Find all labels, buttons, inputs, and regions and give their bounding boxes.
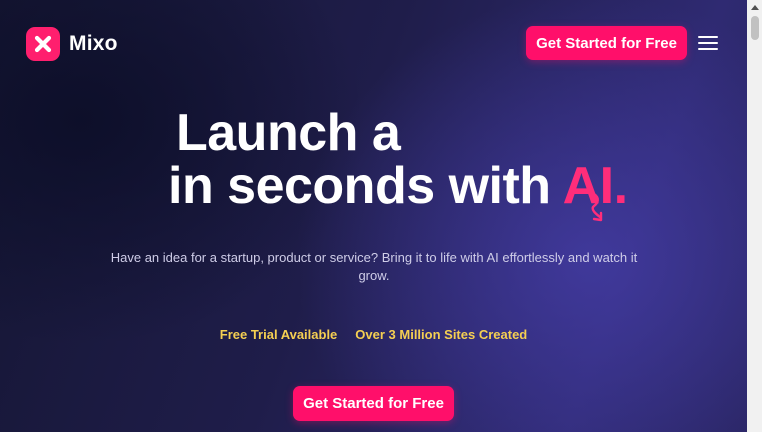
vertical-scrollbar[interactable] bbox=[747, 0, 762, 432]
hero-subtitle: Have an idea for a startup, product or s… bbox=[110, 250, 638, 283]
x-mark-icon bbox=[26, 27, 60, 61]
hero-title-line-1: Launch a bbox=[176, 104, 401, 162]
top-nav: Mixo Get Started for Free bbox=[0, 0, 747, 86]
hero-badges: Free Trial Available Over 3 Million Site… bbox=[0, 327, 747, 342]
hero-get-started-button[interactable]: Get Started for Free bbox=[293, 386, 454, 421]
badge-free-trial: Free Trial Available bbox=[219, 327, 338, 342]
nav-get-started-button[interactable]: Get Started for Free bbox=[526, 26, 687, 60]
scrollbar-thumb[interactable] bbox=[751, 16, 759, 40]
brand-name: Mixo bbox=[69, 32, 118, 55]
hero-title-prefix: in seconds with bbox=[168, 157, 563, 215]
hamburger-menu-icon[interactable] bbox=[696, 31, 722, 55]
logo[interactable]: Mixo bbox=[26, 27, 118, 61]
curly-arrow-icon bbox=[591, 192, 603, 222]
scroll-up-arrow-icon[interactable] bbox=[751, 5, 759, 10]
badge-sites-created: Over 3 Million Sites Created bbox=[355, 327, 528, 342]
page-viewport: Mixo Get Started for Free Launch a in se… bbox=[0, 0, 747, 432]
hero-title-line-2: in seconds with AI. bbox=[168, 156, 628, 216]
